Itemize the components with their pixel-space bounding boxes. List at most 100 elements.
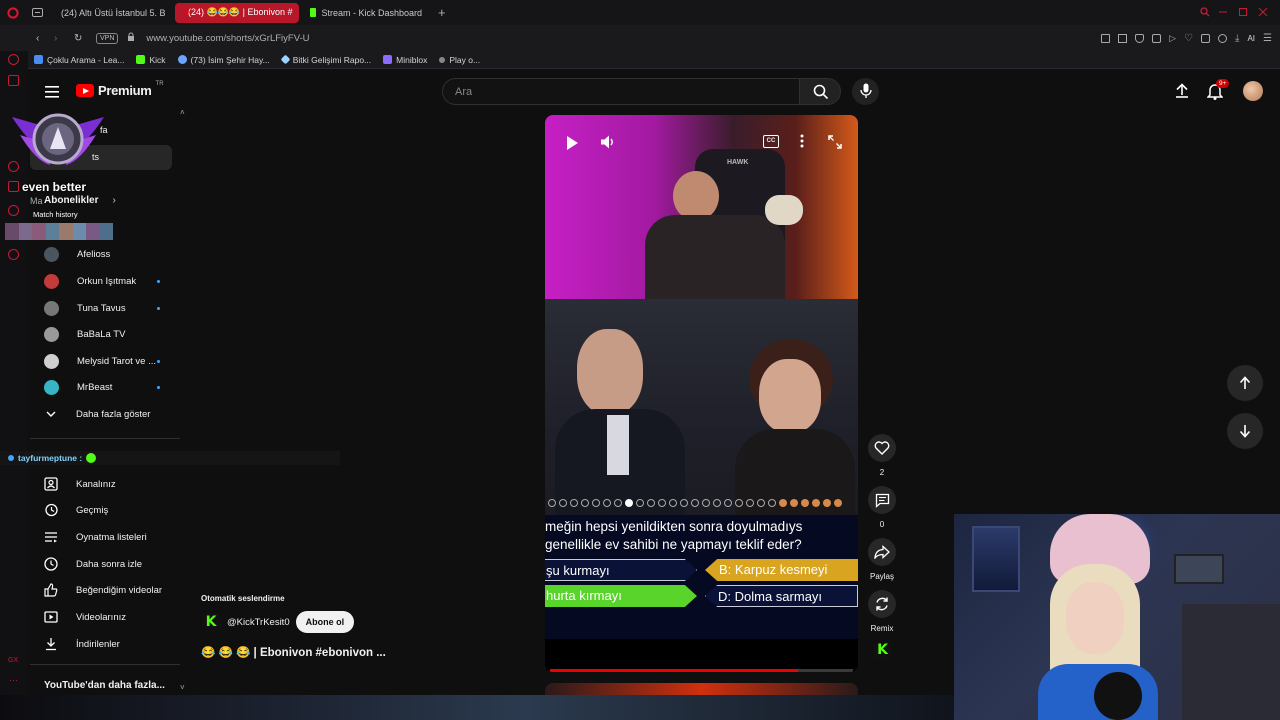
subscription-item[interactable]: Orkun Işıtmak (44, 271, 136, 291)
fullscreen-icon[interactable] (828, 135, 842, 149)
subscriptions-header[interactable]: Abonelikler › (44, 195, 116, 206)
search-input[interactable]: Ara (442, 78, 800, 105)
subscription-item[interactable]: Melysid Tarot ve ... (44, 351, 156, 371)
mute-button[interactable] (600, 134, 616, 150)
logo-region-badge: TR (155, 80, 164, 87)
bookmark-label: (73) İsim Şehir Hay... (190, 54, 270, 65)
video-title[interactable]: 😂 😂 😂 | Ebonivon #ebonivon ... (201, 645, 386, 659)
close-window-button[interactable] (1258, 4, 1280, 22)
history-icon[interactable] (8, 205, 19, 216)
search-tabs-icon[interactable] (1200, 4, 1218, 22)
new-tab-button[interactable]: + (438, 5, 446, 20)
video-progress-bar[interactable] (550, 669, 853, 672)
video-progress-fill (550, 669, 799, 672)
bookmarks-bar: Çoklu Arama - Lea... Kick (73) İsim Şehi… (0, 51, 1280, 69)
vpn-badge[interactable]: VPN (96, 32, 119, 44)
champion-icon (99, 223, 113, 240)
tab-ebonivon[interactable]: (24) 😂😂😂 | Ebonivon # (175, 2, 299, 23)
sidebar-item-downloads[interactable]: İndirilenler (44, 634, 120, 654)
bookmark-item[interactable]: Play o... (439, 55, 480, 65)
tab-altiustu[interactable]: (24) Altı Üstü İstanbul 5. B (48, 3, 172, 23)
next-short-button[interactable] (1227, 413, 1263, 449)
streamer-body (645, 215, 785, 299)
bookmark-item[interactable]: Çoklu Arama - Lea... (34, 55, 124, 65)
minimize-button[interactable] (1218, 4, 1238, 22)
sidebar-app-icon[interactable] (8, 54, 19, 65)
share-button[interactable] (868, 538, 896, 566)
remix-button[interactable] (868, 590, 896, 618)
channel-avatar (44, 379, 59, 395)
forward-icon[interactable]: › (54, 33, 68, 44)
gx-icon[interactable]: GX (8, 657, 18, 664)
tab-kick-dashboard[interactable]: Stream - Kick Dashboard (302, 3, 430, 23)
bookmark-item[interactable]: Miniblox (383, 55, 427, 65)
captions-button[interactable]: CC (763, 135, 779, 148)
menu-icon[interactable]: ☰ (1263, 33, 1272, 44)
arrow-down-icon (1239, 425, 1251, 438)
search-icon (813, 84, 829, 100)
reload-icon[interactable]: ↻ (74, 33, 90, 44)
play-icon[interactable]: ▷ (1169, 33, 1176, 44)
shield-icon[interactable] (1135, 33, 1145, 43)
extensions-icon[interactable] (1201, 33, 1211, 43)
subscribe-button[interactable]: Abone ol (295, 611, 355, 633)
comment-button[interactable] (868, 486, 896, 514)
notifications-button[interactable]: 9+ (1207, 79, 1231, 102)
url-field[interactable]: www.youtube.com/shorts/xGrLFiyFV-U (146, 33, 1046, 44)
heart-icon[interactable]: ♡ (1184, 33, 1193, 44)
back-icon[interactable]: ‹ (36, 33, 50, 44)
sidebar-item-subscriptions-partial[interactable]: Ma (30, 196, 43, 206)
chat-badge-icon (8, 455, 14, 461)
opera-logo-icon[interactable] (0, 0, 26, 25)
play-button[interactable] (565, 135, 579, 151)
sidebar-item-your-channel[interactable]: Kanalınız (44, 474, 116, 494)
pin-icon[interactable] (1101, 33, 1111, 43)
scroll-up-chevron-icon[interactable]: ˄ (180, 108, 185, 117)
download-icon[interactable]: ⤓ (1235, 33, 1239, 44)
channel-avatar (44, 353, 59, 369)
bookmark-item[interactable]: (73) İsim Şehir Hay... (177, 54, 270, 65)
channel-handle[interactable]: @KickTrKesit0 (227, 617, 290, 628)
scroll-down-chevron-icon[interactable]: ˅ (180, 683, 185, 692)
show-more-button[interactable]: Daha fazla göster (44, 404, 150, 424)
account-icon[interactable] (1218, 33, 1228, 43)
subscription-item[interactable]: MrBeast (44, 377, 112, 397)
previous-short-button[interactable] (1227, 365, 1263, 401)
sidebar-app-icon[interactable] (8, 75, 19, 86)
share-icon (874, 545, 890, 559)
more-icon[interactable]: ··· (9, 675, 18, 685)
settings-icon[interactable] (8, 249, 19, 260)
sidebar-app-icon[interactable] (8, 181, 19, 192)
account-avatar[interactable] (1243, 81, 1263, 101)
maximize-button[interactable] (1238, 4, 1258, 22)
sidebar-item-history[interactable]: Geçmiş (44, 500, 108, 520)
prize-ladder (548, 499, 858, 509)
sidebar-item-playlists[interactable]: Oynatma listeleri (44, 527, 147, 547)
kick-channel-icon[interactable]: K (874, 642, 891, 659)
search-button[interactable] (799, 78, 841, 105)
subscription-item[interactable]: Afelioss (44, 244, 110, 264)
tab-switcher-icon[interactable] (26, 8, 48, 17)
subscription-item[interactable]: Tuna Tavus (44, 298, 126, 318)
remix-icon (876, 597, 888, 611)
bookmark-item[interactable]: Bitki Gelişimi Rapo... (280, 55, 371, 65)
voice-search-button[interactable] (852, 78, 879, 105)
sidebar-item-liked-videos[interactable]: Beğendiğim videolar (44, 580, 162, 600)
champion-icon (45, 223, 59, 240)
channel-avatar (44, 300, 59, 316)
sidebar-item-label: Geçmiş (76, 504, 109, 516)
screenshot-icon[interactable] (1118, 33, 1128, 43)
sidebar-item-label: Kanalınız (76, 478, 116, 490)
sidebar-item-your-videos[interactable]: Videolarınız (44, 607, 126, 627)
sidebar-item-watch-later[interactable]: Daha sonra izle (44, 554, 142, 574)
like-button[interactable] (868, 434, 896, 462)
more-options-icon[interactable] (800, 134, 804, 148)
shorts-video-player[interactable]: HAWK meğin hepsi yenildikten sonra doyul… (545, 115, 858, 672)
ai-button[interactable]: AI (1247, 34, 1255, 43)
bookmark-item[interactable]: Kick (136, 55, 166, 65)
channel-avatar[interactable]: K (201, 612, 221, 632)
quiz-question-panel: meğin hepsi yenildikten sonra doyulmadıy… (545, 515, 858, 639)
subscription-item[interactable]: BaBaLa TV (44, 324, 125, 344)
upload-icon[interactable] (1175, 83, 1189, 103)
camera-icon[interactable] (1152, 33, 1162, 43)
